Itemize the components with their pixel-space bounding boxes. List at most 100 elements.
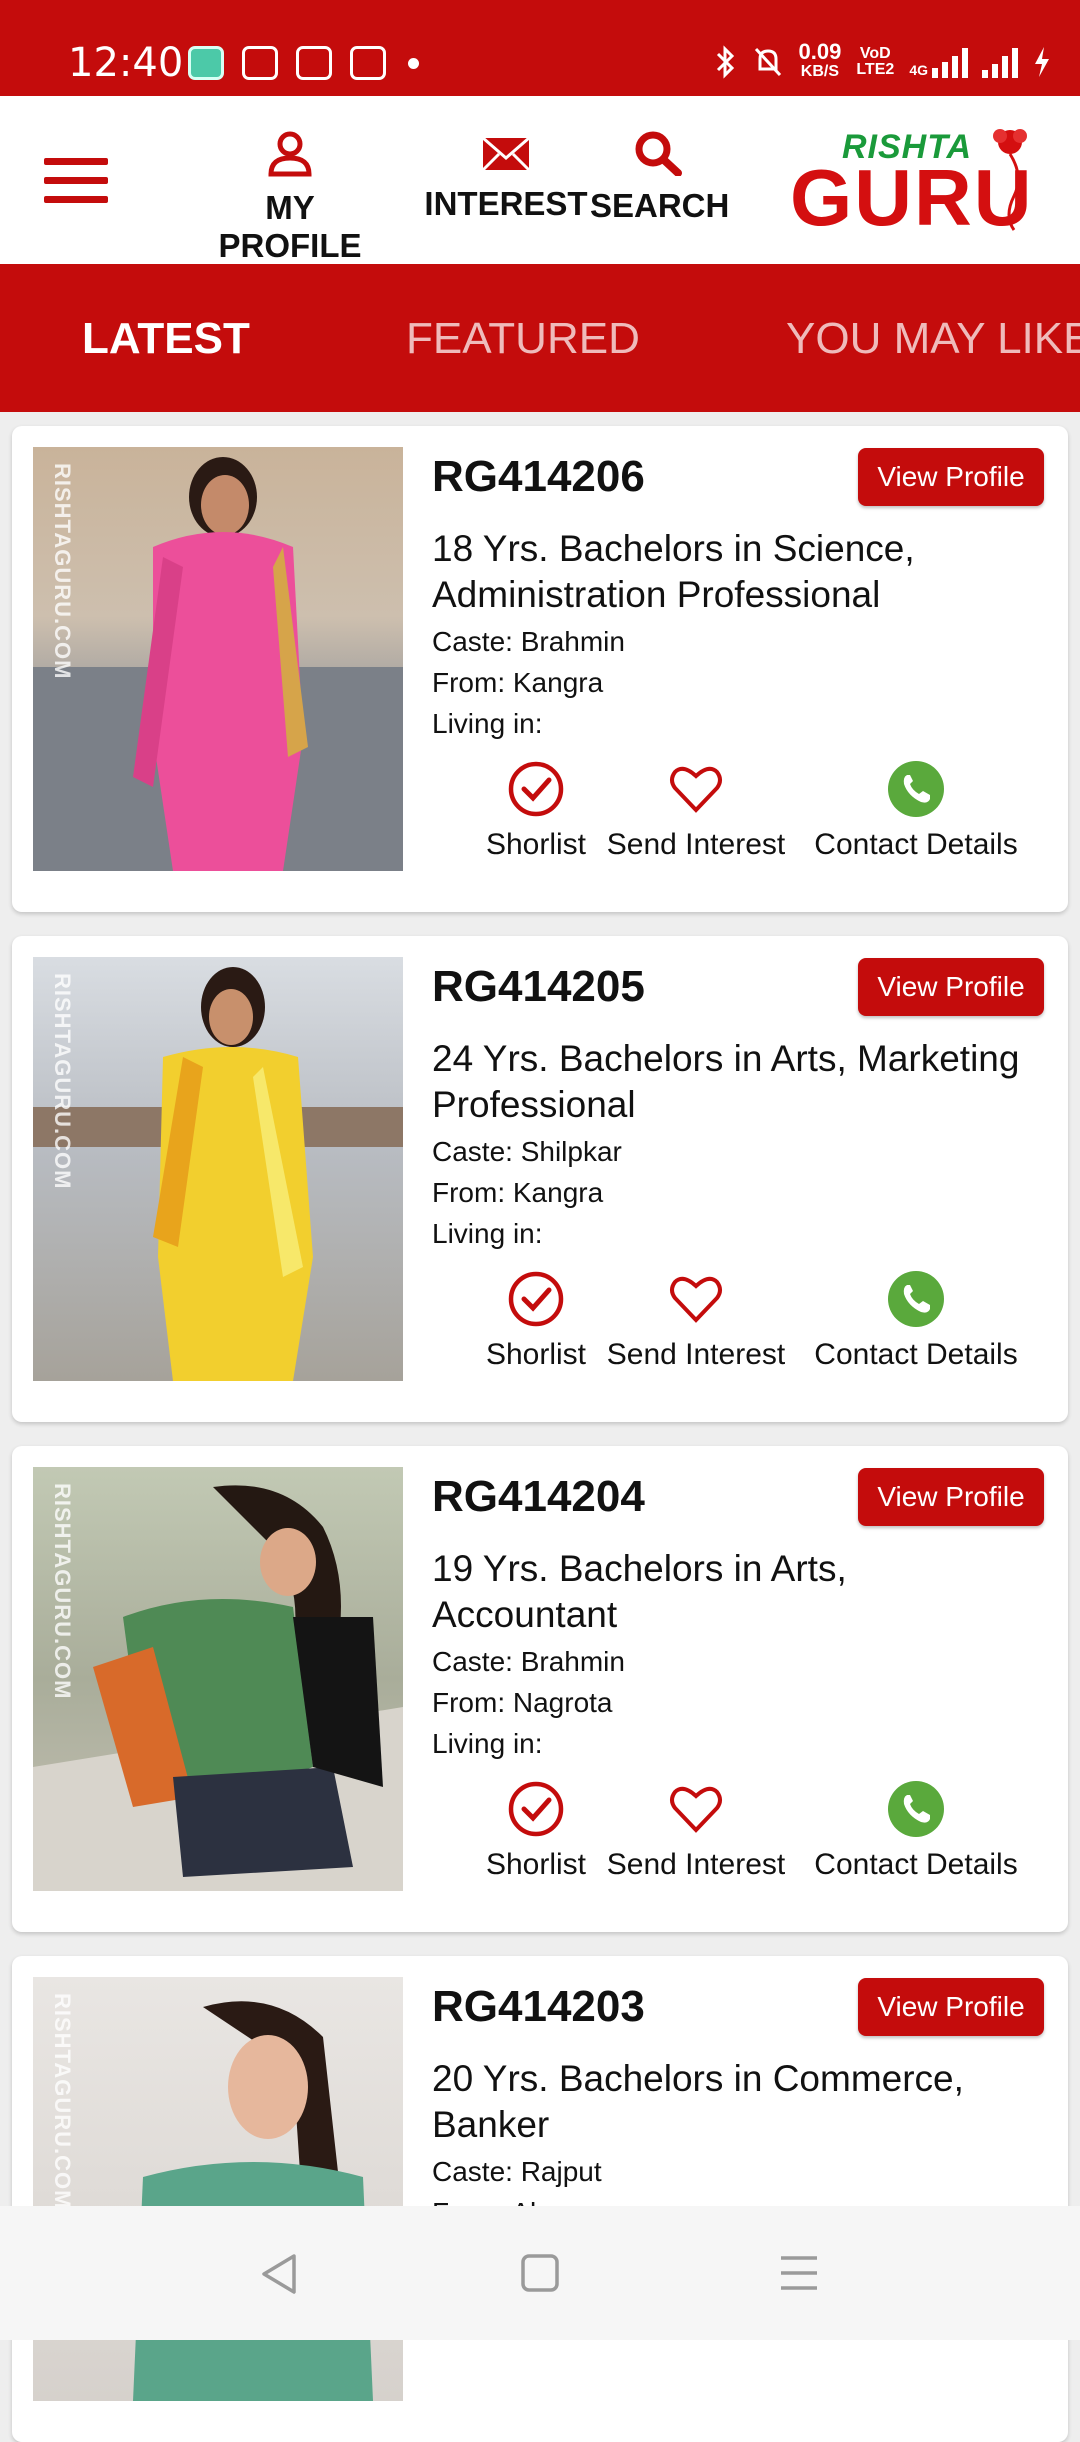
system-navigation-bar: [0, 2206, 1080, 2340]
interest-label: INTEREST: [424, 185, 588, 222]
tab-you-may-like[interactable]: YOU MAY LIKE: [786, 314, 1080, 364]
heart-icon: [670, 1786, 722, 1833]
profile-headline: 19 Yrs. Bachelors in Arts, Accountant: [432, 1548, 847, 1635]
profile-photo[interactable]: RISHTAGURU.COM: [33, 447, 403, 871]
charging-bolt-icon: [1035, 47, 1049, 77]
photo-watermark: RISHTAGURU.COM: [50, 973, 75, 1190]
status-bar: 12:40 0.09 KB/S VoD LTE2 4G: [0, 0, 1080, 96]
my-profile-label: MY PROFILE: [218, 189, 362, 264]
profile-photo-figure: [33, 457, 403, 871]
shortlist-label: Shorlist: [485, 828, 587, 861]
category-tabs: LATEST FEATURED YOU MAY LIKE: [0, 264, 1080, 412]
mute-bell-icon: [755, 47, 782, 77]
profile-card[interactable]: RISHTAGURU.COM RG414206 View Profile 18 …: [12, 426, 1068, 912]
notification-icons: [188, 46, 419, 80]
tab-latest[interactable]: LATEST: [82, 314, 250, 364]
send-interest-label: Send Interest: [606, 1338, 786, 1371]
profile-id: RG414204: [432, 1472, 645, 1521]
more-notifications-dot-icon: [408, 57, 419, 69]
volte-indicator: VoD LTE2: [856, 45, 895, 78]
profile-id: RG414205: [432, 962, 645, 1011]
network-speed: 0.09 KB/S: [798, 39, 842, 82]
heart-icon: [670, 1276, 722, 1323]
heart-icon: [670, 766, 722, 813]
shortlist-button[interactable]: Shorlist: [466, 760, 606, 862]
profile-id: RG414203: [432, 1982, 645, 2031]
search-icon: [635, 131, 682, 177]
profile-headline: 20 Yrs. Bachelors in Commerce, Banker: [432, 2058, 964, 2145]
contact-details-label: Contact Details: [814, 828, 1018, 861]
signal-strength-sim2-icon: [982, 46, 1018, 78]
profile-photo[interactable]: RISHTAGURU.COM: [33, 1467, 403, 1891]
profile-photo-figure: [33, 967, 403, 1381]
check-circle-icon: [508, 761, 564, 817]
tab-featured[interactable]: FEATURED: [406, 314, 640, 364]
system-status-icons: 0.09 KB/S VoD LTE2 4G: [714, 39, 1052, 82]
flower-logo-icon: [993, 129, 1027, 231]
shortlist-button[interactable]: Shorlist: [466, 1270, 606, 1372]
contact-details-button[interactable]: Contact Details: [802, 760, 1030, 862]
send-interest-button[interactable]: Send Interest: [598, 1270, 794, 1372]
app-notification-icon: [188, 46, 224, 80]
profile-card[interactable]: RISHTAGURU.COM RG414205 View Profile 24 …: [12, 936, 1068, 1422]
send-interest-label: Send Interest: [606, 828, 786, 861]
phone-icon: [888, 1271, 944, 1327]
shortlist-label: Shorlist: [485, 1338, 587, 1371]
my-profile-button[interactable]: MY PROFILE: [192, 130, 388, 265]
bluetooth-icon: [717, 45, 735, 79]
profile-living: Living in:: [432, 1728, 543, 1759]
profile-caste: Caste: Shilpkar: [432, 1136, 622, 1167]
status-time: 12:40: [68, 40, 184, 86]
send-interest-button[interactable]: Send Interest: [598, 1780, 794, 1882]
profile-caste: Caste: Brahmin: [432, 626, 625, 657]
search-label: SEARCH: [590, 187, 730, 224]
network-type: 4G: [909, 62, 928, 78]
photo-watermark: RISHTAGURU.COM: [50, 463, 75, 680]
profile-headline: 18 Yrs. Bachelors in Science, Administra…: [432, 528, 915, 615]
recents-menu-icon[interactable]: [778, 2252, 820, 2294]
check-circle-icon: [508, 1781, 564, 1837]
home-icon[interactable]: [520, 2252, 560, 2294]
view-profile-button[interactable]: View Profile: [858, 448, 1044, 506]
speed-value: 0.09: [798, 39, 842, 64]
briefcase-notification-icon: [242, 46, 278, 80]
profile-living: Living in:: [432, 1218, 543, 1249]
send-interest-button[interactable]: Send Interest: [598, 760, 794, 862]
contact-details-button[interactable]: Contact Details: [802, 1780, 1030, 1882]
app-header: MY PROFILE INTEREST SEARCH RISHTA GURU: [0, 96, 1080, 264]
signal-strength-4g-icon: 4G: [909, 46, 968, 78]
send-interest-label: Send Interest: [606, 1848, 786, 1881]
person-icon: [268, 131, 312, 177]
shortlist-label: Shorlist: [485, 1848, 587, 1881]
view-profile-button[interactable]: View Profile: [858, 1468, 1044, 1526]
profile-from: From: Kangra: [432, 667, 604, 698]
photo-watermark: RISHTAGURU.COM: [50, 1483, 75, 1700]
speed-unit: KB/S: [800, 63, 840, 80]
view-profile-button[interactable]: View Profile: [858, 958, 1044, 1016]
profile-photo[interactable]: RISHTAGURU.COM: [33, 957, 403, 1381]
shortlist-button[interactable]: Shorlist: [466, 1780, 606, 1882]
profile-card[interactable]: RISHTAGURU.COM RG414203 View Profile 20 …: [12, 1956, 1068, 2442]
contact-details-label: Contact Details: [814, 1848, 1018, 1881]
back-icon[interactable]: [258, 2252, 300, 2296]
profile-photo-figure: [33, 1485, 403, 1891]
profile-from: From: Kangra: [432, 1177, 604, 1208]
contact-details-button[interactable]: Contact Details: [802, 1270, 1030, 1372]
envelope-icon: [481, 136, 531, 172]
profile-caste: Caste: Brahmin: [432, 1646, 625, 1677]
view-profile-button[interactable]: View Profile: [858, 1978, 1044, 2036]
profile-caste: Caste: Rajput: [432, 2156, 602, 2187]
rishta-guru-logo: RISHTA GURU: [786, 126, 1036, 238]
profile-from: From: Nagrota: [432, 1687, 613, 1718]
profile-headline: 24 Yrs. Bachelors in Arts, Marketing Pro…: [432, 1038, 1020, 1125]
profile-id: RG414206: [432, 452, 645, 501]
photo-watermark: RISHTAGURU.COM: [50, 1993, 75, 2210]
check-circle-icon: [508, 1271, 564, 1327]
photo-notification-icon: [350, 46, 386, 80]
profile-living: Living in:: [432, 708, 543, 739]
hamburger-menu-icon[interactable]: [44, 158, 108, 204]
profile-card[interactable]: RISHTAGURU.COM RG414204 View Profile 19 …: [12, 1446, 1068, 1932]
phone-icon: [888, 1781, 944, 1837]
interest-button[interactable]: INTEREST: [408, 130, 604, 223]
search-button[interactable]: SEARCH: [590, 130, 730, 225]
